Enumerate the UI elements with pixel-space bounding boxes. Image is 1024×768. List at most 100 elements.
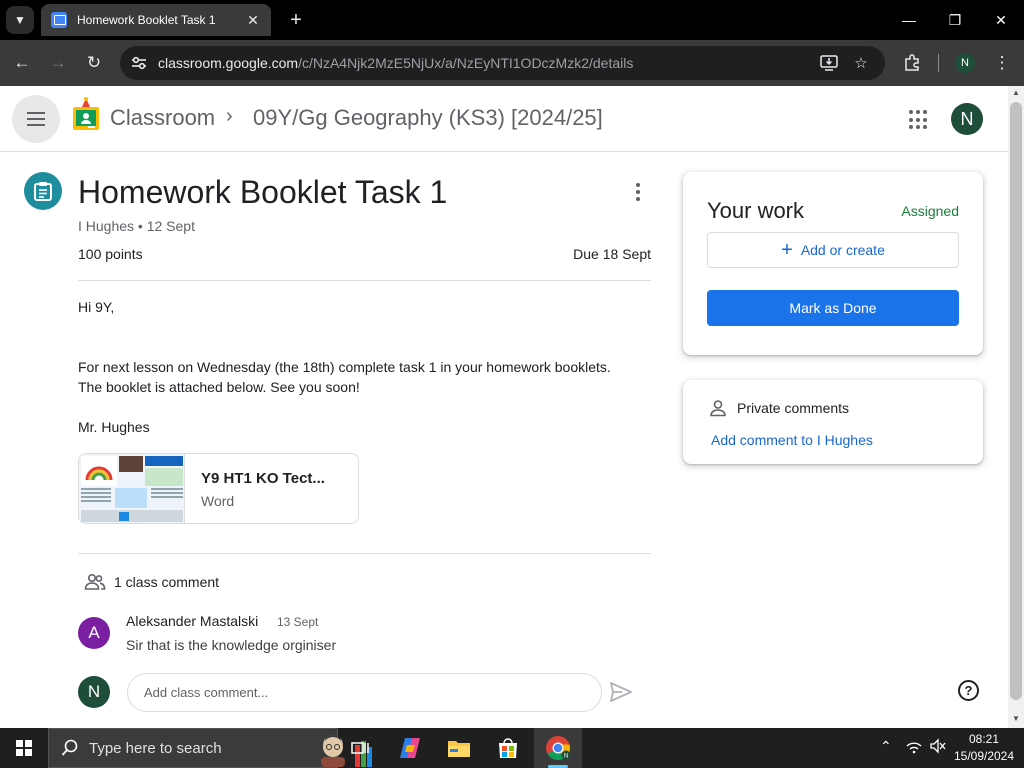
main-menu-button[interactable]: [12, 95, 60, 143]
taskbar-search-placeholder: Type here to search: [89, 739, 222, 757]
account-avatar[interactable]: N: [951, 103, 983, 135]
assignment-points: 100 points: [78, 246, 143, 262]
windows-logo-icon: [16, 740, 32, 756]
attachment-card[interactable]: Y9 HT1 KO Tect... Word: [78, 453, 359, 524]
assignment-meta: I Hughes • 12 Sept: [78, 218, 195, 234]
network-icon[interactable]: [905, 738, 923, 757]
assignment-due-date: Due 18 Sept: [573, 246, 651, 262]
extensions-icon[interactable]: [898, 49, 926, 77]
add-or-create-button[interactable]: + Add or create: [707, 232, 959, 268]
add-or-create-label: Add or create: [800, 242, 885, 258]
send-comment-icon[interactable]: [609, 681, 633, 703]
url-text: classroom.google.com/c/NzA4Njk2MzE5NjUx/…: [158, 55, 633, 71]
close-window-button[interactable]: ✕: [978, 0, 1024, 40]
comments-divider: [78, 553, 651, 554]
chevron-down-icon: ▼: [14, 13, 26, 27]
url-host: classroom.google.com: [158, 55, 299, 71]
minimize-button[interactable]: —: [886, 0, 932, 40]
tab-title: Homework Booklet Task 1: [77, 13, 216, 27]
restore-button[interactable]: ❐: [932, 0, 978, 40]
attachment-type: Word: [201, 493, 235, 509]
bookmark-star-icon[interactable]: ☆: [850, 52, 872, 74]
class-name-breadcrumb[interactable]: 09Y/Gg Geography (KS3) [2024/25]: [253, 105, 603, 131]
hamburger-icon-line: [27, 118, 45, 120]
chrome-icon: N: [546, 736, 571, 761]
private-comments-card: Private comments Add comment to I Hughes: [683, 380, 983, 464]
reload-button[interactable]: ↻: [80, 49, 108, 77]
back-button[interactable]: ←: [8, 49, 36, 77]
comment-text: Sir that is the knowledge orginiser: [126, 637, 337, 653]
help-icon[interactable]: ?: [958, 680, 979, 701]
attachment-thumbnail: [79, 454, 185, 523]
instructions-greeting: Hi 9Y,: [78, 299, 115, 315]
private-comments-header: Private comments: [709, 399, 849, 417]
plus-icon: +: [781, 239, 793, 261]
browser-tabstrip: ▼ Homework Booklet Task 1 ✕ + — ❐ ✕: [0, 0, 1024, 40]
hamburger-icon-line: [27, 112, 45, 114]
class-comment-input[interactable]: [127, 673, 602, 712]
site-info-icon[interactable]: [128, 52, 150, 74]
private-comments-title: Private comments: [737, 400, 850, 416]
app-name[interactable]: Classroom: [110, 105, 215, 131]
windows-taskbar: Type here to search N ⌃ 08:21 15/09/2024: [0, 728, 1024, 768]
classroom-header: Classroom › 09Y/Gg Geography (KS3) [2024…: [0, 86, 1008, 152]
new-tab-button[interactable]: +: [282, 6, 310, 34]
task-view-icon[interactable]: [346, 734, 374, 762]
browser-tab-active[interactable]: Homework Booklet Task 1 ✕: [41, 4, 271, 36]
classroom-favicon-icon: [51, 12, 67, 28]
breadcrumb-separator-icon: ›: [226, 105, 233, 127]
forward-button[interactable]: →: [44, 49, 72, 77]
assignment-title: Homework Booklet Task 1: [78, 174, 448, 210]
start-button[interactable]: [0, 728, 48, 768]
assignment-icon: [24, 172, 62, 210]
tab-search-button[interactable]: ▼: [6, 6, 34, 34]
work-status-badge: Assigned: [901, 203, 959, 219]
commenter-avatar: A: [78, 617, 110, 649]
mark-as-done-button[interactable]: Mark as Done: [707, 290, 959, 326]
toolbar-separator: [938, 54, 939, 72]
scroll-up-icon[interactable]: ▲: [1008, 88, 1024, 100]
class-comments-count: 1 class comment: [114, 574, 220, 590]
instructions-line-2: The booklet is attached below. See you s…: [78, 379, 360, 395]
add-private-comment-link[interactable]: Add comment to I Hughes: [711, 432, 873, 448]
browser-toolbar: ← → ↻ classroom.google.com/c/NzA4Njk2MzE…: [0, 40, 1024, 86]
your-work-card: Your work Assigned + Add or create Mark …: [683, 172, 983, 355]
comment-author: Aleksander Mastalski: [126, 613, 259, 629]
more-options-icon[interactable]: [626, 180, 650, 204]
scroll-down-icon[interactable]: ▼: [1008, 714, 1024, 726]
clock-date: 15/09/2024: [953, 749, 1015, 763]
google-apps-icon[interactable]: [909, 110, 929, 130]
install-app-icon[interactable]: [818, 52, 840, 74]
clock-time: 08:21: [968, 732, 1000, 746]
chrome-taskbar-button[interactable]: N: [534, 728, 582, 768]
details-divider: [78, 280, 651, 281]
svg-text:N: N: [564, 754, 568, 760]
scroll-thumb[interactable]: [1010, 102, 1022, 700]
file-explorer-icon[interactable]: [445, 734, 473, 762]
hamburger-icon-line: [27, 124, 45, 126]
search-icon: [61, 739, 78, 756]
attachment-name: Y9 HT1 KO Tect...: [201, 470, 325, 487]
address-bar[interactable]: classroom.google.com/c/NzA4Njk2MzE5NjUx/…: [120, 46, 885, 80]
close-tab-icon[interactable]: ✕: [245, 12, 261, 29]
person-icon: [710, 400, 726, 417]
page-scrollbar[interactable]: ▲ ▼: [1008, 86, 1024, 728]
show-hidden-icons-icon[interactable]: ⌃: [880, 738, 892, 755]
your-work-title: Your work: [707, 198, 805, 223]
my-avatar: N: [78, 676, 110, 708]
class-comments-header[interactable]: 1 class comment: [84, 573, 219, 591]
taskbar-clock[interactable]: 08:21 15/09/2024: [950, 731, 1018, 765]
microsoft-store-icon[interactable]: [494, 734, 522, 762]
people-icon: [84, 573, 106, 590]
classroom-logo-icon: [73, 97, 99, 130]
browser-profile-avatar[interactable]: N: [955, 53, 975, 73]
browser-menu-icon[interactable]: ⋮: [988, 49, 1016, 77]
instructions-signoff: Mr. Hughes: [78, 419, 150, 435]
taskbar-search-box[interactable]: Type here to search: [48, 728, 372, 768]
copilot-icon[interactable]: [396, 734, 424, 762]
instructions-line-1: For next lesson on Wednesday (the 18th) …: [78, 359, 611, 375]
comment-date: 13 Sept: [277, 615, 319, 629]
volume-muted-icon[interactable]: [929, 738, 947, 757]
attachment-info: Y9 HT1 KO Tect... Word: [185, 454, 325, 523]
url-path: /c/NzA4Njk2MzE5NjUx/a/NzEyNTI1ODczMzk2/d…: [298, 55, 634, 71]
